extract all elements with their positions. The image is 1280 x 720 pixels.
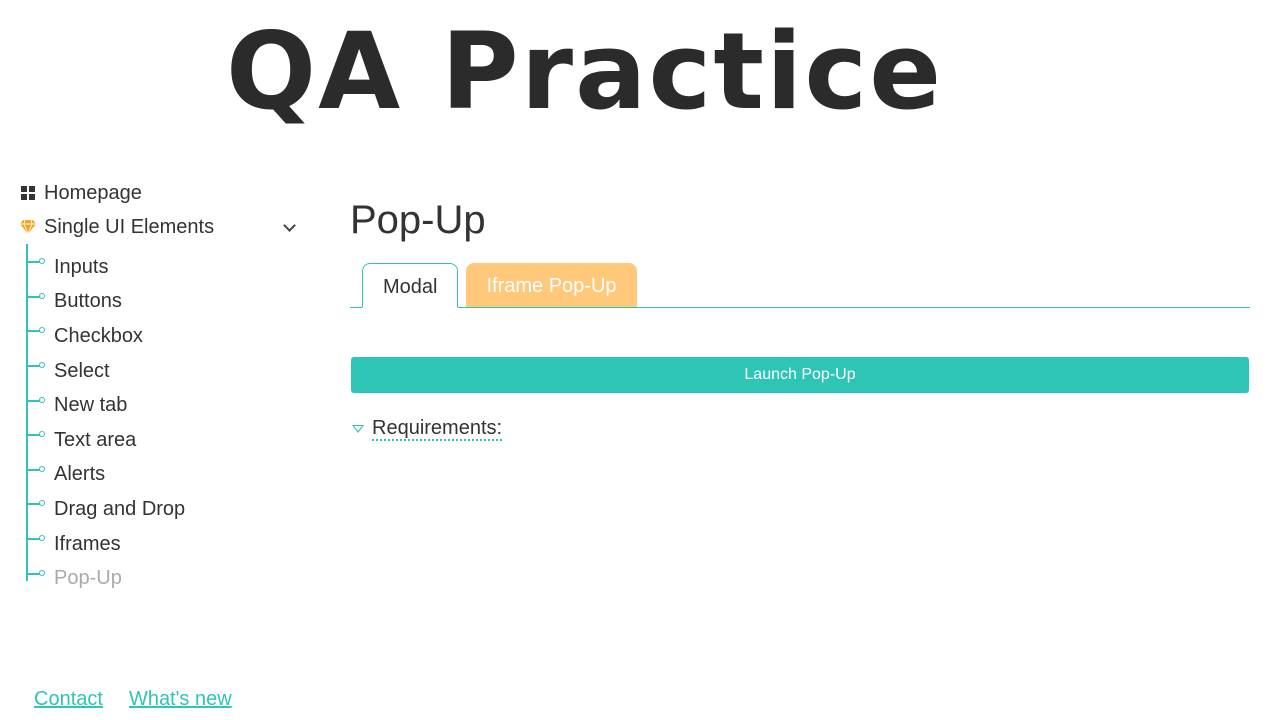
sidebar-item-iframes[interactable]: Iframes [26, 527, 308, 562]
footer: Contact What's new [34, 688, 232, 711]
sidebar-item-label: Drag and Drop [54, 497, 186, 520]
sidebar-item-label: Buttons [54, 290, 122, 313]
launch-pop-up-button[interactable]: Launch Pop-Up [351, 357, 1249, 393]
sidebar-item-new-tab[interactable]: New tab [26, 388, 308, 423]
sidebar-item-select[interactable]: Select [26, 354, 308, 389]
sidebar-item-drag-and-drop[interactable]: Drag and Drop [26, 492, 308, 527]
sidebar-item-label: Inputs [54, 255, 109, 278]
sidebar-section-single-ui-elements[interactable]: Single UI Elements [18, 210, 308, 244]
sidebar-item-label: Text area [54, 428, 137, 451]
whats-new-link[interactable]: What's new [129, 688, 232, 711]
requirements-toggle[interactable]: Requirements: [350, 417, 1250, 441]
tab-bar: Modal Iframe Pop-Up [350, 263, 1250, 308]
sidebar-item-label: Pop-Up [54, 567, 122, 590]
requirements-label: Requirements: [372, 417, 503, 441]
sidebar-item-homepage[interactable]: Homepage [18, 176, 308, 210]
sidebar-item-buttons[interactable]: Buttons [26, 285, 308, 320]
sidebar-nav: Homepage Single UI Elements Inputs Butto… [18, 176, 308, 612]
chevron-down-icon[interactable] [283, 218, 296, 232]
sidebar-item-label: Checkbox [54, 324, 143, 347]
site-logo[interactable]: QA Practice [226, 12, 943, 132]
sidebar-item-text-area[interactable]: Text area [26, 423, 308, 458]
page: QA Practice Homepage Single UI Elements … [0, 0, 1280, 720]
sidebar-sub-list: Inputs Buttons Checkbox Select New tab T… [26, 244, 308, 596]
sidebar-item-label: New tab [54, 394, 128, 417]
dashboard-grid-icon [18, 183, 38, 203]
sidebar-item-alerts[interactable]: Alerts [26, 458, 308, 493]
sidebar-item-label: Select [54, 359, 110, 382]
tab-iframe-pop-up[interactable]: Iframe Pop-Up [466, 263, 637, 307]
sidebar-item-label: Iframes [54, 532, 121, 555]
sidebar-section-label: Single UI Elements [44, 215, 215, 238]
tab-modal[interactable]: Modal [362, 263, 459, 308]
main-content: Pop-Up Modal Iframe Pop-Up Launch Pop-Up… [350, 190, 1250, 441]
diamond-icon [18, 217, 38, 237]
sidebar-item-label: Alerts [54, 463, 106, 486]
sidebar-item-pop-up[interactable]: Pop-Up [26, 561, 308, 596]
sidebar-item-inputs[interactable]: Inputs [26, 250, 308, 285]
sidebar-item-label: Homepage [44, 181, 142, 204]
page-title: Pop-Up [350, 198, 486, 242]
triangle-down-icon [352, 425, 364, 433]
sidebar-item-checkbox[interactable]: Checkbox [26, 319, 308, 354]
contact-link[interactable]: Contact [34, 688, 103, 711]
